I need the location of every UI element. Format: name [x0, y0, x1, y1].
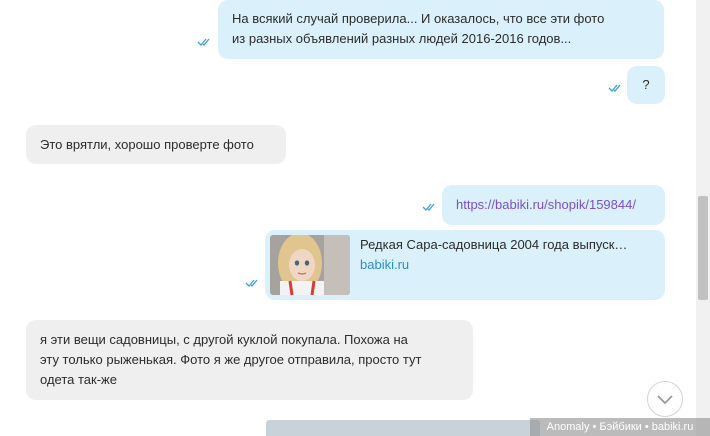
- message-text: Это врятли, хорошо проверте фото: [40, 137, 254, 152]
- preview-title[interactable]: Редкая Сара-садовница 2004 года выпуск…: [360, 236, 655, 254]
- message-text: На всякий случай проверила... И оказалос…: [232, 11, 605, 26]
- preview-domain[interactable]: babiki.ru: [360, 256, 409, 274]
- message-outgoing[interactable]: https://babiki.ru/shopik/159844/: [442, 185, 665, 225]
- message-text: одета так-же: [40, 372, 117, 387]
- message-incoming[interactable]: я эти вещи садовницы, с другой куклой по…: [26, 320, 473, 400]
- chevron-down-icon: [657, 395, 673, 405]
- message-outgoing[interactable]: ?: [627, 66, 665, 104]
- watermark: Anomaly • Бэйбики • babiki.ru: [530, 418, 710, 436]
- chat-thread: На всякий случай проверила... И оказалос…: [0, 0, 696, 436]
- double-check-icon: [422, 203, 435, 211]
- message-outgoing[interactable]: На всякий случай проверила... И оказалос…: [218, 0, 664, 59]
- double-check-icon: [197, 38, 210, 46]
- scrollbar-thumb[interactable]: [698, 196, 708, 300]
- double-check-icon: [245, 279, 258, 287]
- double-check-icon: [608, 84, 621, 92]
- message-text: эту только рыженькая. Фото я же другое о…: [40, 352, 422, 367]
- message-text: я эти вещи садовницы, с другой куклой по…: [40, 332, 408, 347]
- scroll-down-button[interactable]: [647, 381, 683, 417]
- message-image-partial[interactable]: [266, 420, 540, 436]
- message-link[interactable]: https://babiki.ru/shopik/159844/: [456, 197, 636, 212]
- preview-thumbnail[interactable]: [270, 235, 350, 295]
- message-text: ?: [642, 77, 650, 92]
- message-incoming[interactable]: Это врятли, хорошо проверте фото: [26, 125, 286, 164]
- message-text: из разных объявлений разных людей 2016-2…: [232, 31, 572, 46]
- doll-image: [270, 235, 350, 295]
